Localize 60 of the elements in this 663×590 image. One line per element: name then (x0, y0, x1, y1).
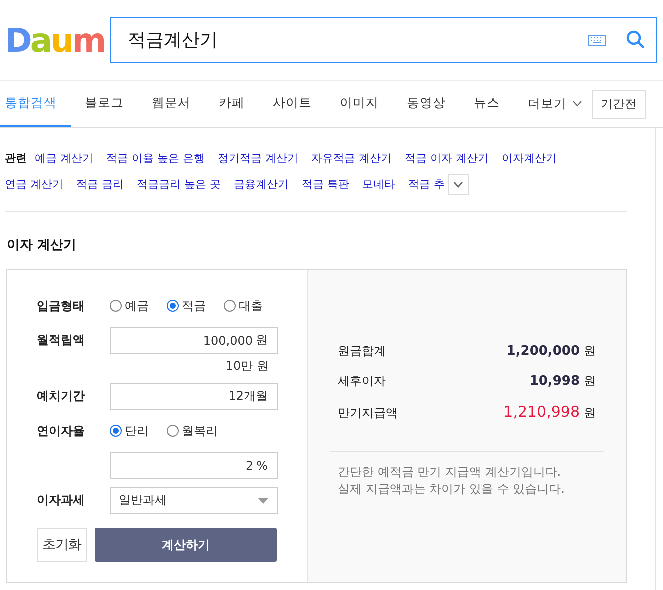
result-label: 만기지급액 (338, 405, 398, 422)
expand-button[interactable] (448, 174, 469, 195)
field-label: 연이자율 (37, 423, 86, 440)
radio-option[interactable]: 적금 (167, 298, 206, 314)
related-link[interactable]: 연금 계산기 (5, 176, 64, 195)
search-tab[interactable]: 이미지 (326, 81, 393, 127)
search-tab[interactable]: 사이트 (259, 81, 326, 127)
search-tab[interactable]: 웹문서 (138, 81, 205, 127)
input-field[interactable]: 12개월 (110, 383, 278, 410)
related-link[interactable]: 예금 계산기 (35, 150, 94, 167)
search-tab[interactable]: 동영상 (393, 81, 460, 127)
unit-label: 원 (584, 405, 596, 422)
note-text: 간단한 예적금 만기 지급액 계산기입니다. (338, 464, 562, 481)
unit-label: 원 (584, 343, 596, 360)
search-tab[interactable]: 뉴스 (460, 81, 514, 127)
related-link[interactable]: 자유적금 계산기 (312, 150, 392, 167)
section-title: 이자 계산기 (6, 237, 78, 254)
input-field[interactable]: 2 % (110, 452, 278, 479)
caret-icon (454, 182, 463, 188)
radio-option[interactable]: 대출 (224, 298, 263, 314)
result-value: 1,200,000 (506, 344, 580, 359)
radio-option[interactable]: 월복리 (167, 422, 218, 440)
reset-button[interactable]: 초기화 (37, 528, 87, 562)
related-link[interactable]: 정기적금 계산기 (218, 150, 298, 167)
field-label: 입금형태 (37, 298, 86, 315)
field-label: 월적립액 (37, 332, 86, 349)
field-label: 예치기간 (37, 388, 86, 405)
related-link[interactable]: 이자계산기 (502, 150, 557, 167)
period-dropdown[interactable]: 기간전 (592, 90, 646, 118)
result-value: 10,998 (530, 374, 580, 389)
field-label: 이자과세 (37, 492, 86, 509)
tax-select[interactable]: 일반과세 (110, 487, 278, 514)
result-label: 세후이자 (338, 373, 386, 390)
search-tab[interactable]: 블로그 (71, 81, 138, 127)
related-link[interactable]: 적금금리 높은 곳 (137, 176, 221, 195)
note-text: 실제 지급액과는 차이가 있을 수 있습니다. (338, 481, 566, 498)
keyboard-icon[interactable] (588, 34, 606, 46)
related-link[interactable]: 적금 특판 (302, 176, 350, 195)
radio-option[interactable]: 단리 (110, 422, 149, 440)
related-link[interactable]: 적금 추 (408, 176, 445, 195)
caret-icon (573, 101, 582, 107)
result-value: 1,210,998 (504, 403, 580, 421)
search-tab[interactable]: 카페 (205, 81, 259, 127)
related-link[interactable]: 금융계산기 (234, 176, 289, 195)
search-bar[interactable]: 적금계산기 (110, 17, 657, 63)
amount-hint: 10만 원 (226, 358, 270, 375)
related-link[interactable]: 적금 이율 높은 은행 (106, 150, 205, 167)
related-link[interactable]: 모네타 (362, 176, 396, 195)
radio-option[interactable]: 예금 (110, 298, 149, 314)
input-field[interactable]: 100,000 원 (110, 327, 278, 354)
caret-icon (258, 498, 269, 504)
unit-label: 원 (584, 373, 596, 390)
search-field[interactable]: 적금계산기 (126, 28, 588, 52)
related-link[interactable]: 적금 이자 계산기 (405, 150, 489, 167)
more-tab[interactable]: 더보기 (514, 81, 592, 127)
related-link[interactable]: 적금 금리 (76, 176, 124, 195)
search-icon[interactable] (626, 30, 646, 50)
related-label: 관련 (5, 151, 27, 167)
result-label: 원금합계 (338, 343, 386, 360)
calculate-button[interactable]: 계산하기 (95, 528, 277, 562)
